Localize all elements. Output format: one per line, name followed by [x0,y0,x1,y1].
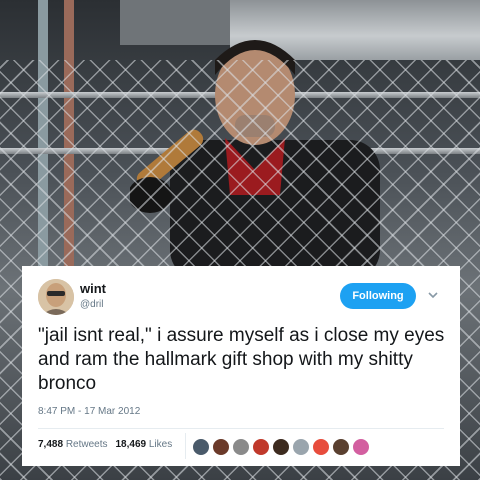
display-name[interactable]: wint [80,281,106,296]
stats-separator [185,433,186,459]
liker-avatar[interactable] [232,438,250,456]
tweet-card: wint @dril Following "jail isnt real," i… [22,266,460,466]
like-label: Likes [148,439,173,450]
like-stat[interactable]: 18,469 Likes [116,439,173,450]
tweet-timestamp[interactable]: 8:47 PM - 17 Mar 2012 [38,406,140,417]
following-button[interactable]: Following [340,283,416,309]
retweet-count: 7,488 [38,439,64,450]
like-count: 18,469 [115,439,147,450]
liker-avatar[interactable] [252,438,270,456]
liker-avatar[interactable] [272,438,290,456]
liker-avatar[interactable] [352,438,370,456]
avatar-image-icon [38,279,74,315]
retweet-label: Retweets [65,439,108,450]
liker-avatar[interactable] [312,438,330,456]
liker-avatar[interactable] [212,438,230,456]
liker-avatars [192,438,370,456]
chevron-down-icon[interactable] [426,288,440,302]
retweet-stat[interactable]: 7,488 Retweets [38,439,108,450]
tweet-text: "jail isnt real," i assure myself as i c… [38,325,445,394]
user-handle[interactable]: @dril [80,299,104,310]
liker-avatar[interactable] [292,438,310,456]
liker-avatar[interactable] [332,438,350,456]
divider [38,428,444,429]
tweet-stats: 7,488 Retweets 18,469 Likes [38,439,172,450]
avatar[interactable] [38,279,74,315]
liker-avatar[interactable] [192,438,210,456]
